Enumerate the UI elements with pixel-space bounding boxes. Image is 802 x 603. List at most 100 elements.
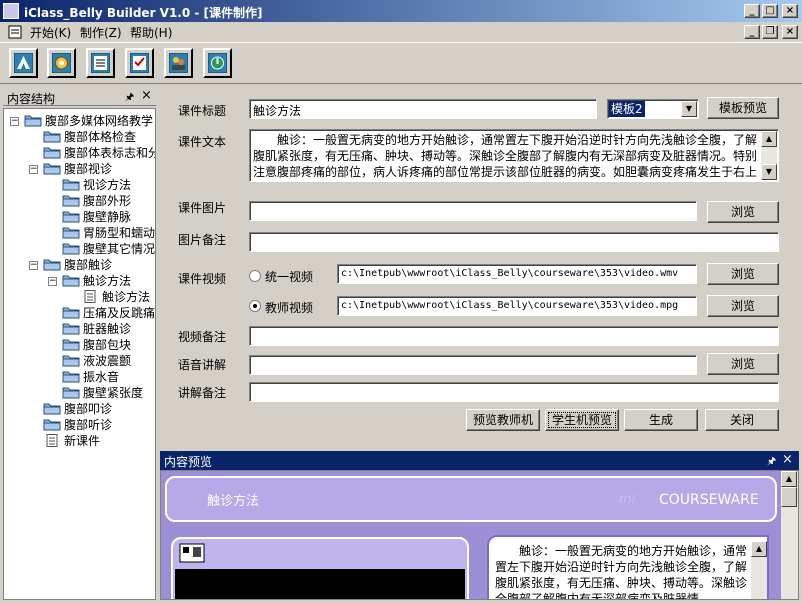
template-select[interactable]: 模板2 ▼ xyxy=(607,99,699,119)
chevron-down-icon[interactable]: ▼ xyxy=(681,101,697,117)
preview-scroll-thumb[interactable] xyxy=(781,487,797,507)
tree-expander-icon[interactable]: − xyxy=(29,261,38,270)
voice-browse-button[interactable]: 浏览 xyxy=(707,353,779,375)
text-label: 课件文本 xyxy=(178,135,227,149)
text-scrollbar[interactable]: ▲ ▼ xyxy=(761,131,777,180)
image-note-input[interactable] xyxy=(249,232,779,252)
preview-scrollbar[interactable]: ▲ xyxy=(781,471,798,599)
maximize-button[interactable]: □ xyxy=(762,4,778,18)
tree-item-label: 腹部外形 xyxy=(83,194,132,208)
tree-item-label: 新课件 xyxy=(64,434,101,448)
menu-make[interactable]: 制作(Z) xyxy=(80,24,122,41)
unified-video-radio[interactable] xyxy=(249,270,261,282)
tree-item[interactable]: 腹壁紧张度 xyxy=(62,385,143,401)
explain-note-label: 讲解备注 xyxy=(178,386,227,400)
folder-icon xyxy=(62,210,83,224)
tree-item[interactable]: 触诊方法 xyxy=(81,289,150,305)
tree-item[interactable]: 振水音 xyxy=(62,369,119,385)
tree-item[interactable]: 新课件 xyxy=(43,433,100,449)
tool-exit-button[interactable] xyxy=(203,48,232,78)
content-preview-panel: 内容预览 🖈 × 触诊方法 mi COURSEWARE 触诊：一般置无病变的地方… xyxy=(160,451,799,600)
tree-item[interactable]: 腹部多媒体网络教学 xyxy=(24,113,153,129)
folder-icon xyxy=(62,194,83,208)
content-structure-panel: 内容结构 🖈 × − 腹部多媒体网络教学 腹部体格检查 腹部体表标志和分 − 腹部视诊 视诊… xyxy=(3,88,156,600)
tool-list-button[interactable] xyxy=(86,48,115,78)
title-bar[interactable]: iClass_Belly Builder V1.0 - [课件制作] _ □ × xyxy=(0,0,802,22)
app-icon xyxy=(3,3,19,19)
content-tree[interactable]: − 腹部多媒体网络教学 腹部体格检查 腹部体表标志和分 − 腹部视诊 视诊方法 腹部外形 腹壁静… xyxy=(3,108,156,600)
unified-video-label[interactable]: 统一视频 xyxy=(265,268,313,285)
tool-upload-button[interactable] xyxy=(9,48,38,78)
mdi-restore-button[interactable]: ❐ xyxy=(762,25,778,39)
tree-item[interactable]: 压痛及反跳痛 xyxy=(62,305,155,321)
image-note-label: 图片备注 xyxy=(178,233,227,247)
teacher-video-radio[interactable] xyxy=(249,300,261,312)
preview-close-icon[interactable]: × xyxy=(782,452,793,467)
preview-body-text: 触诊：一般置无病变的地方开始触诊，通常置左下腹开始沿逆时针方向先浅触诊全腹，了解… xyxy=(495,544,748,600)
preview-pin-icon[interactable]: 🖈 xyxy=(767,454,776,471)
video-note-input[interactable] xyxy=(249,326,779,346)
tree-item[interactable]: 腹壁其它情况 xyxy=(62,241,155,257)
tree-item-label: 振水音 xyxy=(83,370,120,384)
menu-start[interactable]: 开始(K) xyxy=(30,24,71,41)
tree-item[interactable]: 腹部体表标志和分 xyxy=(43,145,155,161)
preview-teacher-button[interactable]: 预览教师机 xyxy=(466,409,540,431)
preview-header: 内容预览 🖈 × xyxy=(160,451,799,470)
tree-item[interactable]: 腹部触诊 xyxy=(43,257,112,273)
unified-video-browse-button[interactable]: 浏览 xyxy=(707,263,779,285)
scroll-up-icon[interactable]: ▲ xyxy=(751,541,767,557)
pin-icon[interactable]: 🖈 xyxy=(125,90,134,107)
video-screen[interactable] xyxy=(175,569,465,599)
tree-item-label: 腹壁静脉 xyxy=(83,210,132,224)
teacher-video-path[interactable]: c:\Inetpub\wwwroot\iClass_Belly\coursewa… xyxy=(337,296,697,316)
tree-expander-icon[interactable]: − xyxy=(29,165,38,174)
mdi-minimize-button[interactable]: _ xyxy=(744,25,760,39)
tool-settings-button[interactable] xyxy=(47,48,76,78)
close-button[interactable]: 关闭 xyxy=(705,409,779,431)
image-browse-button[interactable]: 浏览 xyxy=(707,201,779,223)
preview-text-scrollbar[interactable]: ▲ xyxy=(751,541,767,599)
explain-note-input[interactable] xyxy=(249,382,779,402)
close-window-button[interactable]: × xyxy=(782,4,798,18)
tree-item[interactable]: 腹部听诊 xyxy=(43,417,112,433)
tree-expander-icon[interactable]: − xyxy=(48,277,57,286)
tree-item-label: 触诊方法 xyxy=(102,290,151,304)
tree-item[interactable]: 腹壁静脉 xyxy=(62,209,131,225)
unified-video-path[interactable]: c:\Inetpub\wwwroot\iClass_Belly\coursewa… xyxy=(337,264,697,284)
minimize-button[interactable]: _ xyxy=(744,4,760,18)
tree-item[interactable]: 腹部叩诊 xyxy=(43,401,112,417)
tree-item[interactable]: 胃肠型和蠕动 xyxy=(62,225,155,241)
tool-checklist-button[interactable] xyxy=(125,48,154,78)
title-input[interactable]: 触诊方法 xyxy=(249,99,597,119)
teacher-video-browse-button[interactable]: 浏览 xyxy=(707,295,779,317)
video-note-label: 视频备注 xyxy=(178,330,227,344)
image-input[interactable] xyxy=(249,201,697,221)
preview-scroll-up-icon[interactable]: ▲ xyxy=(781,471,797,487)
voice-input[interactable] xyxy=(249,355,697,375)
tree-item[interactable]: 触诊方法 xyxy=(62,273,131,289)
template-preview-button[interactable]: 模板预览 xyxy=(707,97,779,119)
courseware-text-area[interactable]: 触诊：一般置无病变的地方开始触诊，通常置左下腹开始沿逆时针方向先浅触诊全腹，了解… xyxy=(249,129,779,182)
tree-item[interactable]: 腹部视诊 xyxy=(43,161,112,177)
tree-item[interactable]: 液波震颤 xyxy=(62,353,131,369)
teacher-video-label[interactable]: 教师视频 xyxy=(265,299,313,316)
scroll-up-icon[interactable]: ▲ xyxy=(761,131,777,147)
mdi-close-button[interactable]: × xyxy=(782,25,798,39)
menu-help[interactable]: 帮助(H) xyxy=(130,24,172,41)
tree-expander-icon[interactable]: − xyxy=(10,117,19,126)
video-frame xyxy=(171,537,469,599)
tree-item[interactable]: 腹部外形 xyxy=(62,193,131,209)
tree-item[interactable]: 腹部包块 xyxy=(62,337,131,353)
tool-users-button[interactable] xyxy=(164,48,193,78)
courseware-text: 触诊：一般置无病变的地方开始触诊，通常置左下腹开始沿逆时针方向先浅触诊全腹，了解… xyxy=(253,133,758,179)
preview-student-button[interactable]: 学生机预览 xyxy=(545,409,619,431)
folder-icon xyxy=(62,226,83,240)
scroll-down-icon[interactable]: ▼ xyxy=(761,164,777,180)
close-icon[interactable]: × xyxy=(141,88,152,103)
tree-item[interactable]: 腹部体格检查 xyxy=(43,129,136,145)
panel-header: 内容结构 🖈 × xyxy=(3,88,156,106)
tree-item[interactable]: 视诊方法 xyxy=(62,177,131,193)
tree-item-label: 胃肠型和蠕动 xyxy=(83,226,156,240)
tree-item[interactable]: 脏器触诊 xyxy=(62,321,131,337)
generate-button[interactable]: 生成 xyxy=(624,409,698,431)
